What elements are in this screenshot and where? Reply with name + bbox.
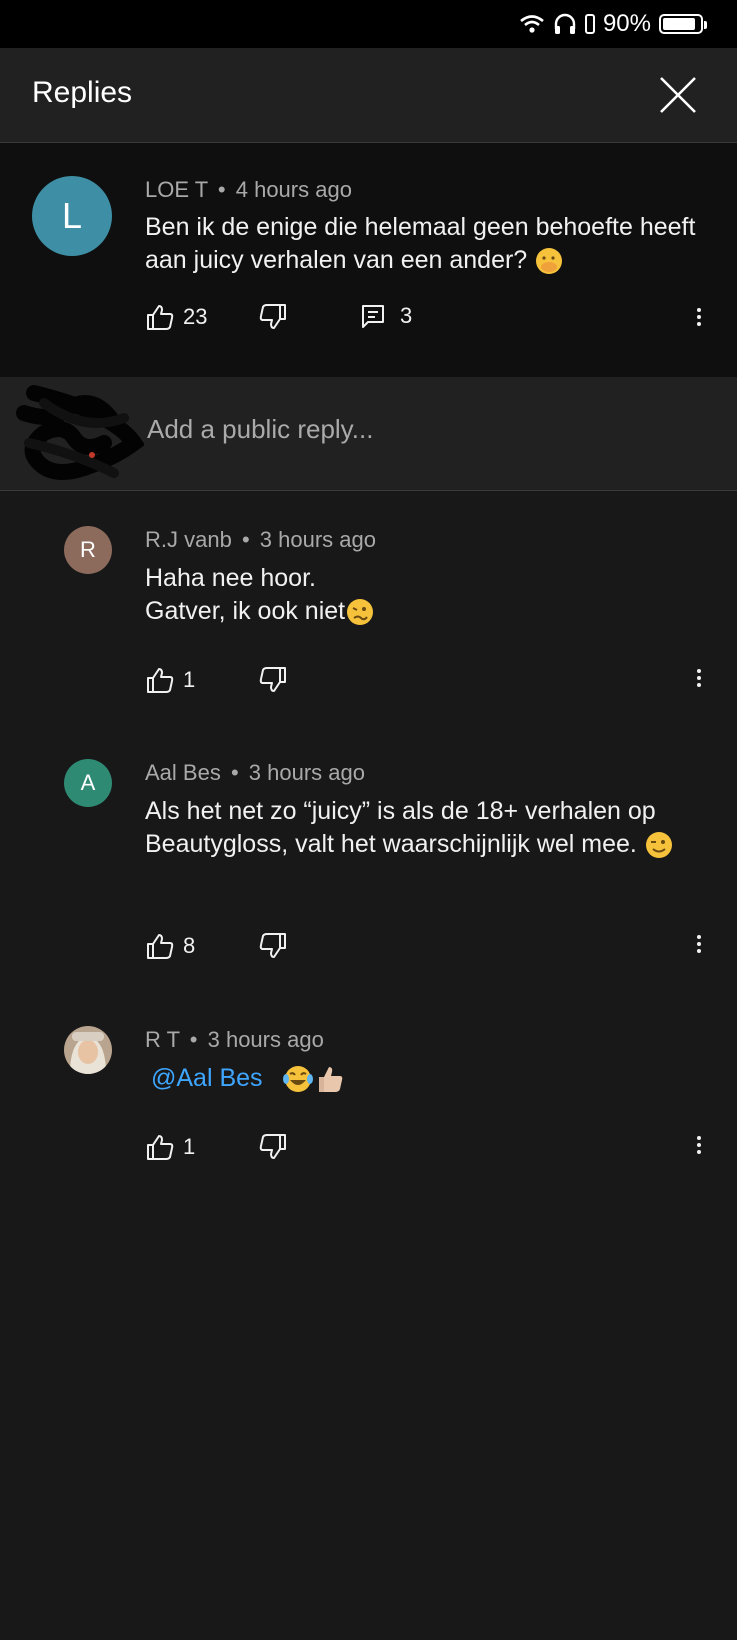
wifi-icon [520, 15, 544, 33]
comment-meta: R.J vanb • 3 hours ago [145, 527, 376, 552]
comment-time: 4 hours ago [235, 177, 352, 202]
avatar[interactable]: A [64, 759, 112, 807]
status-bar: 90% [0, 0, 737, 48]
replies-header: Replies [0, 48, 737, 143]
dislike-button[interactable] [258, 666, 288, 694]
comment-time: 3 hours ago [207, 1027, 324, 1052]
page-title: Replies [32, 76, 133, 109]
comment-time: 3 hours ago [259, 527, 376, 552]
reply-count-button[interactable]: 3 [360, 303, 412, 329]
comment-author[interactable]: R T [145, 1027, 180, 1052]
avatar-letter: L [61, 195, 83, 236]
thumbs-up-icon [147, 1135, 174, 1160]
close-icon[interactable] [657, 74, 699, 116]
dislike-button[interactable] [258, 303, 288, 331]
comment-text: Als het net zo “juicy” is als de 18+ ver… [145, 797, 656, 858]
thumbs-up-icon [147, 934, 174, 959]
comment-icon [362, 305, 384, 328]
face-with-hand-over-mouth-emoji-icon [536, 248, 563, 275]
thumbs-down-icon [259, 667, 286, 692]
avatar-letter: R [80, 537, 96, 562]
more-vert-icon[interactable] [694, 1133, 704, 1163]
avatar[interactable] [64, 1026, 112, 1074]
like-button[interactable]: 8 [145, 932, 195, 960]
thumbs-up-icon [147, 305, 174, 330]
reply-count: 3 [400, 303, 413, 328]
comment-text: Ben ik de enige die helemaal geen behoef… [145, 213, 696, 274]
avatar[interactable]: R [64, 526, 112, 574]
more-vert-icon[interactable] [694, 305, 704, 335]
battery-percent: 90% [602, 10, 651, 37]
more-vert-icon[interactable] [694, 932, 704, 962]
comment-body: Ben ik de enige die helemaal geen behoef… [145, 211, 705, 277]
comment-body: @Aal Bes [151, 1062, 696, 1095]
comment-author[interactable]: R.J vanb [145, 527, 232, 552]
tears-of-joy-emoji-icon [282, 1066, 313, 1093]
comment-time: 3 hours ago [248, 760, 365, 785]
redacted-avatar [16, 385, 144, 480]
comment-meta: LOE T • 4 hours ago [145, 177, 352, 202]
thumbs-down-icon [259, 1134, 286, 1159]
phone-icon [584, 14, 595, 34]
comment-body: Haha nee hoor. Gatver, ik ook niet [145, 562, 705, 628]
dislike-button[interactable] [258, 1133, 288, 1161]
like-count: 1 [183, 667, 196, 692]
battery-icon [659, 14, 707, 34]
avatar[interactable]: L [32, 176, 112, 256]
thumbs-up-icon [147, 668, 174, 693]
thumbs-down-icon [259, 933, 286, 958]
comment-meta: Aal Bes • 3 hours ago [145, 760, 365, 785]
like-button[interactable]: 1 [145, 1133, 195, 1161]
comment-author[interactable]: LOE T [145, 177, 208, 202]
avatar-letter: A [80, 770, 96, 795]
like-count: 1 [183, 1134, 196, 1159]
parent-comment: L LOE T • 4 hours ago Ben ik de enige di… [0, 143, 737, 377]
more-vert-icon[interactable] [694, 666, 704, 696]
winking-face-emoji-icon [645, 832, 672, 859]
headphones-icon [554, 13, 576, 34]
comment-text-line: Haha nee hoor. [145, 564, 316, 592]
comment-body: Als het net zo “juicy” is als de 18+ ver… [145, 795, 690, 861]
thumbs-up-emoji-icon [318, 1067, 342, 1093]
comment-author[interactable]: Aal Bes [145, 760, 221, 785]
comment-text-line: Gatver, ik ook niet [145, 597, 346, 625]
reply-input[interactable] [145, 413, 689, 446]
comment-meta: R T • 3 hours ago [145, 1027, 324, 1052]
add-reply-row [0, 377, 737, 491]
like-button[interactable]: 23 [145, 303, 207, 331]
like-count: 8 [183, 933, 196, 958]
dislike-button[interactable] [258, 932, 288, 960]
thumbs-down-icon [259, 304, 286, 329]
like-button[interactable]: 1 [145, 666, 195, 694]
mention-link[interactable]: @Aal Bes [151, 1064, 263, 1092]
woozy-face-emoji-icon [347, 599, 374, 626]
like-count: 23 [183, 304, 208, 329]
